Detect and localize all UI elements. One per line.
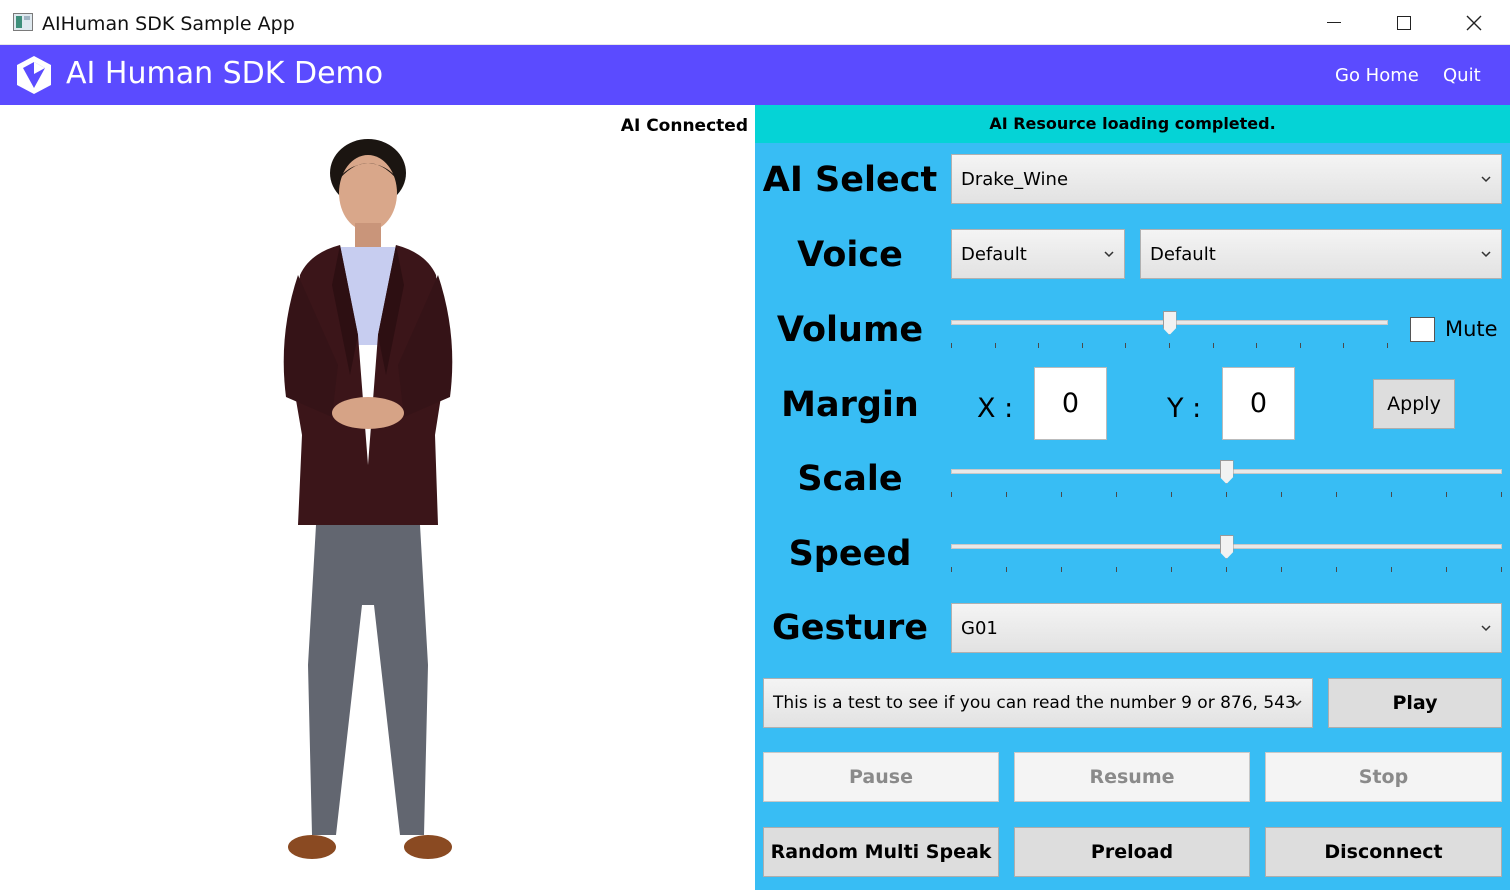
slider-tick [1171,567,1172,572]
volume-slider-ticks [951,343,1388,349]
volume-slider[interactable] [951,310,1388,350]
slider-tick [994,343,996,348]
scale-slider-ticks [951,492,1502,498]
slider-tick [1281,567,1282,572]
slider-tick [1061,567,1062,572]
slider-tick [1343,343,1345,348]
voice-value: Default [1150,243,1216,265]
gesture-dropdown[interactable]: G01 [951,603,1502,653]
slider-tick [1125,343,1127,348]
slider-tick [1038,343,1040,348]
slider-tick [1168,343,1170,348]
sentence-value: This is a test to see if you can read th… [773,693,1296,713]
volume-label: Volume [776,310,924,350]
app-window-icon [13,13,33,31]
gesture-value: G01 [961,617,998,639]
preload-button[interactable]: Preload [1014,827,1250,877]
speed-label: Speed [788,534,912,574]
slider-tick [1386,343,1388,348]
mute-checkbox[interactable] [1410,317,1435,342]
status-banner: AI Resource loading completed. [755,105,1510,143]
stop-button[interactable]: Stop [1265,752,1502,802]
slider-tick [1171,492,1172,497]
slider-tick [1446,567,1447,572]
slider-tick [1061,492,1062,497]
slider-tick [1501,567,1502,572]
app-header: AI Human SDK Demo Go Home Quit [0,45,1510,105]
ai-human-avatar [283,139,453,859]
slider-tick [1081,343,1083,348]
ai-select-label: AI Select [762,160,938,200]
disconnect-button[interactable]: Disconnect [1265,827,1502,877]
slider-tick [1336,492,1337,497]
close-button[interactable] [1439,0,1509,45]
quit-link[interactable]: Quit [1443,65,1481,86]
gesture-label: Gesture [772,608,928,648]
page-title: AI Human SDK Demo [66,56,384,91]
chevron-down-icon [1104,251,1114,258]
voice-language-dropdown[interactable]: Default [951,229,1125,279]
slider-tick [1226,492,1227,497]
window-title: AIHuman SDK Sample App [42,13,295,35]
margin-x-input[interactable]: 0 [1034,367,1107,440]
slider-tick [1116,492,1117,497]
voice-label: Voice [797,235,903,275]
slider-tick [1501,492,1502,497]
chevron-down-icon [1292,700,1302,707]
slider-tick [951,343,952,348]
go-home-link[interactable]: Go Home [1335,65,1419,86]
slider-tick [1226,567,1227,572]
sentence-dropdown[interactable]: This is a test to see if you can read th… [763,678,1313,728]
slider-tick [951,567,952,572]
play-button[interactable]: Play [1328,678,1502,728]
connection-status: AI Connected [620,116,748,136]
chevron-down-icon [1481,251,1491,258]
minimize-icon [1327,22,1341,23]
slider-tick [1256,343,1258,348]
slider-tick [1212,343,1214,348]
volume-slider-thumb[interactable] [1162,311,1177,335]
slider-tick [1391,567,1392,572]
mute-label: Mute [1445,317,1498,341]
random-multi-speak-button[interactable]: Random Multi Speak [763,827,999,877]
margin-y-input[interactable]: 0 [1222,367,1295,440]
voice-language-value: Default [961,243,1027,265]
ai-select-dropdown[interactable]: Drake_Wine [951,154,1502,204]
resume-button[interactable]: Resume [1014,752,1250,802]
margin-x-label: X : [977,393,1014,424]
close-icon [1466,15,1482,30]
cube-logo-icon [17,56,51,94]
ai-select-value: Drake_Wine [961,168,1069,190]
slider-tick [1336,567,1337,572]
margin-y-label: Y : [1167,393,1202,424]
speed-slider-thumb[interactable] [1219,535,1234,559]
control-panel: AI Resource loading completed. AI Select… [755,105,1510,890]
ai-video-view: AI Connected [0,105,755,890]
apply-margin-button[interactable]: Apply [1373,379,1455,429]
slider-tick [1006,492,1007,497]
chevron-down-icon [1481,625,1491,632]
scale-slider[interactable] [951,459,1502,499]
slider-tick [951,492,952,497]
slider-tick [1446,492,1447,497]
scale-slider-thumb[interactable] [1219,460,1234,484]
slider-tick [1006,567,1007,572]
margin-label: Margin [781,385,919,425]
speed-slider[interactable] [951,534,1502,574]
scale-label: Scale [797,459,903,499]
slider-tick [1116,567,1117,572]
minimize-button[interactable] [1299,0,1369,45]
pause-button[interactable]: Pause [763,752,999,802]
window-titlebar: AIHuman SDK Sample App [0,0,1510,45]
speed-slider-ticks [951,567,1502,573]
voice-dropdown[interactable]: Default [1140,229,1502,279]
slider-tick [1299,343,1301,348]
slider-tick [1391,492,1392,497]
slider-tick [1281,492,1282,497]
maximize-icon [1397,15,1411,30]
maximize-button[interactable] [1369,0,1439,45]
chevron-down-icon [1481,176,1491,183]
